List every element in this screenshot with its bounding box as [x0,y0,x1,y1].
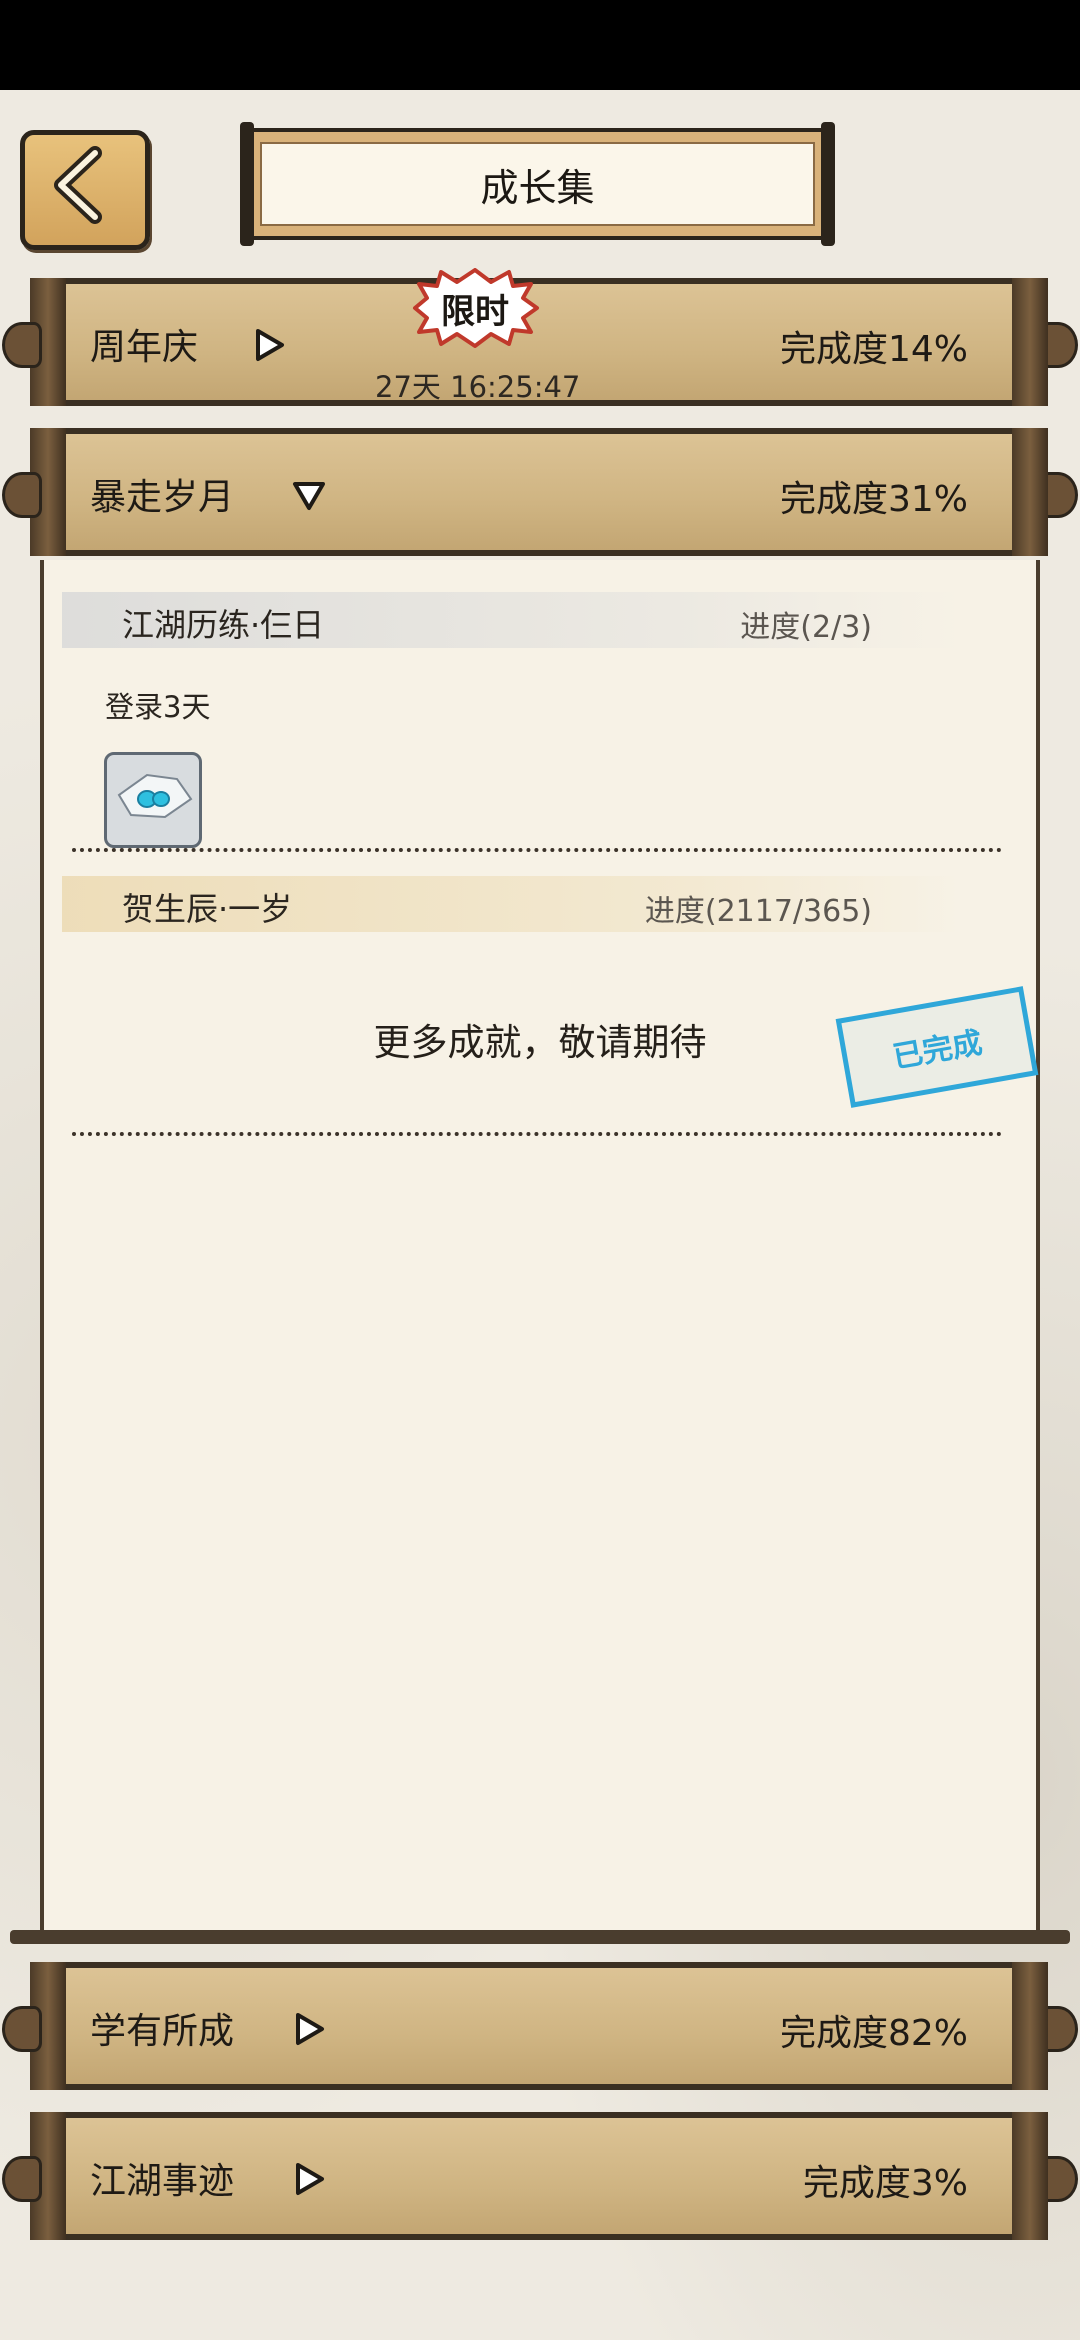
category-progress: 完成度31% [779,479,968,520]
triangle-down-icon[interactable] [292,478,326,512]
limited-badge-label: 限时 [441,291,509,332]
achievement-name: 江湖历练·仨日 [122,606,325,644]
achievement-progress: 进度(2/3) [740,610,872,645]
category-title: 江湖事迹 [90,2161,235,2202]
divider [72,848,1002,852]
divider [72,1132,1002,1136]
page-title: 成长集 [260,142,815,226]
category-title: 周年庆 [90,327,199,368]
play-triangle-icon[interactable] [292,2012,326,2046]
panel-bottom-rod [10,1930,1070,1944]
achievement-description: 登录3天 [105,690,211,724]
category-bar-crazy-years[interactable]: 暴走岁月 完成度31% [2,428,1078,556]
category-bar-jianghu-deeds[interactable]: 江湖事迹 完成度3% [2,2112,1078,2240]
back-button[interactable] [20,130,150,250]
category-title: 暴走岁月 [90,477,235,518]
status-bar [0,0,1080,90]
achievement-header: 江湖历练·仨日 进度(2/3) [62,592,962,648]
category-title: 学有所成 [90,2011,235,2052]
achievement-header: 贺生辰·一岁 进度(2117/365) [62,876,962,932]
category-progress: 完成度14% [779,329,968,370]
countdown-timer: 27天 16:25:47 [375,370,581,404]
category-progress: 完成度82% [779,2013,968,2054]
achievement-name: 贺生辰·一岁 [122,890,293,928]
category-bar-learning[interactable]: 学有所成 完成度82% [2,1962,1078,2090]
play-triangle-icon[interactable] [252,328,286,362]
gem-envelope-icon [117,773,193,819]
category-progress: 完成度3% [802,2163,968,2204]
achievement-progress: 进度(2117/365) [644,894,872,929]
limited-time-badge: 限时 [405,268,545,348]
reward-item[interactable] [104,752,202,848]
page-title-scroll: 成长集 [240,122,835,246]
play-triangle-icon[interactable] [292,2162,326,2196]
chevron-left-icon [54,146,102,224]
